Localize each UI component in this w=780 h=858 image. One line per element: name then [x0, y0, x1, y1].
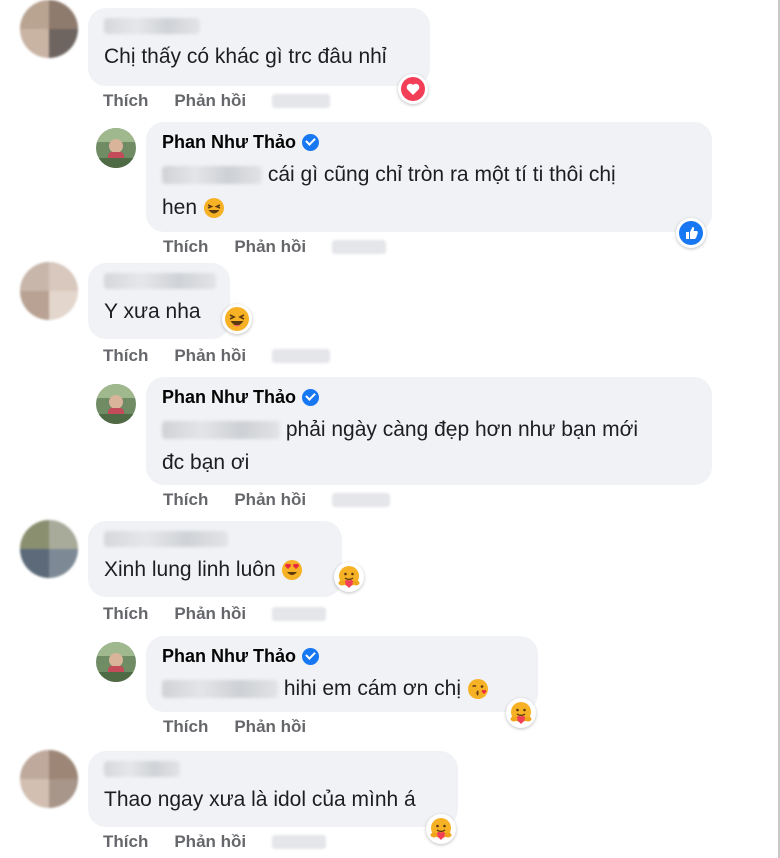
like-reaction-icon[interactable]: [676, 218, 706, 248]
timestamp[interactable]: [272, 94, 331, 108]
care-reaction-icon[interactable]: [426, 814, 456, 844]
reply-button[interactable]: Phản hồi: [174, 91, 246, 111]
reply-button[interactable]: Phản hồi: [234, 237, 306, 257]
heart-eyes-emoji-icon: [282, 560, 303, 581]
comment-text: Thao ngay xưa là idol của mình á: [104, 788, 416, 811]
reply-button[interactable]: Phản hồi: [174, 604, 246, 624]
care-reaction-icon[interactable]: [506, 698, 536, 728]
comment-text: Y xưa nha: [104, 300, 201, 323]
avatar[interactable]: [96, 642, 136, 682]
reply-button[interactable]: Phản hồi: [174, 346, 246, 366]
avatar[interactable]: [20, 520, 78, 578]
avatar[interactable]: [20, 750, 78, 808]
timestamp[interactable]: [272, 607, 327, 621]
comment-bubble: Y xưa nha: [88, 263, 230, 339]
comments-panel: Chị thấy có khác gì trc đâu nhỉ Thích Ph…: [0, 0, 780, 858]
comment-actions: Thích Phản hồi: [103, 604, 327, 624]
reply-bubble: Phan Như Thảo hihi em cám ơn chị: [146, 636, 538, 712]
verified-badge-icon: [302, 647, 320, 665]
commenter-name[interactable]: [104, 273, 216, 289]
comment-bubble: Xinh lung linh luôn: [88, 521, 342, 597]
reply-button[interactable]: Phản hồi: [174, 832, 246, 852]
timestamp[interactable]: [332, 493, 391, 507]
reply-actions: Thích Phản hồi: [163, 717, 306, 737]
commenter-name[interactable]: [104, 761, 180, 777]
reply-bubble: Phan Như Thảo phải ngày càng đẹp hơn như…: [146, 377, 712, 485]
comment-text: Xinh lung linh luôn: [104, 558, 276, 581]
comment-text: cái gì cũng chỉ tròn ra một tí ti thôi c…: [267, 163, 616, 186]
mentioned-name[interactable]: [162, 680, 278, 699]
comment-bubble: Thao ngay xưa là idol của mình á: [88, 751, 458, 827]
reply-author-name[interactable]: Phan Như Thảo: [162, 385, 296, 409]
heart-reaction-icon[interactable]: [398, 74, 428, 104]
reply-button[interactable]: Phản hồi: [234, 717, 306, 737]
like-button[interactable]: Thích: [103, 91, 148, 111]
mentioned-name[interactable]: [162, 166, 262, 185]
comment-text-continued: hen: [162, 196, 198, 219]
care-reaction-icon[interactable]: [334, 562, 364, 592]
like-button[interactable]: Thích: [163, 717, 208, 737]
timestamp[interactable]: [272, 835, 327, 849]
avatar[interactable]: [96, 128, 136, 168]
avatar[interactable]: [20, 0, 78, 58]
verified-badge-icon: [302, 133, 320, 151]
mentioned-name[interactable]: [162, 421, 280, 440]
comment-text: Chị thấy có khác gì trc đâu nhỉ: [104, 45, 387, 68]
like-button[interactable]: Thích: [103, 832, 148, 852]
commenter-name[interactable]: [104, 531, 228, 547]
reply-actions: Thích Phản hồi: [163, 490, 391, 510]
commenter-name[interactable]: [104, 18, 200, 34]
like-button[interactable]: Thích: [103, 604, 148, 624]
comment-text: hihi em cám ơn chị: [283, 677, 462, 700]
avatar[interactable]: [96, 384, 136, 424]
kissing-emoji-icon: [467, 679, 488, 700]
comment-actions: Thích Phản hồi: [103, 91, 331, 111]
like-button[interactable]: Thích: [163, 490, 208, 510]
avatar[interactable]: [20, 262, 78, 320]
like-button[interactable]: Thích: [103, 346, 148, 366]
comment-text: phải ngày càng đẹp hơn như bạn mới: [285, 418, 639, 441]
verified-badge-icon: [302, 388, 320, 406]
reply-button[interactable]: Phản hồi: [234, 490, 306, 510]
like-button[interactable]: Thích: [163, 237, 208, 257]
reply-author-name[interactable]: Phan Như Thảo: [162, 644, 296, 668]
comment-text-continued: đc bạn ơi: [162, 451, 250, 474]
laughing-emoji-icon: [203, 198, 224, 219]
comment-actions: Thích Phản hồi: [103, 832, 327, 852]
timestamp[interactable]: [332, 240, 387, 254]
comment-actions: Thích Phản hồi: [103, 346, 331, 366]
timestamp[interactable]: [272, 349, 331, 363]
reply-author-name[interactable]: Phan Như Thảo: [162, 130, 296, 154]
reply-actions: Thích Phản hồi: [163, 237, 387, 257]
comment-bubble: Chị thấy có khác gì trc đâu nhỉ: [88, 8, 430, 86]
reply-bubble: Phan Như Thảo cái gì cũng chỉ tròn ra mộ…: [146, 122, 712, 232]
haha-reaction-icon[interactable]: [222, 304, 252, 334]
